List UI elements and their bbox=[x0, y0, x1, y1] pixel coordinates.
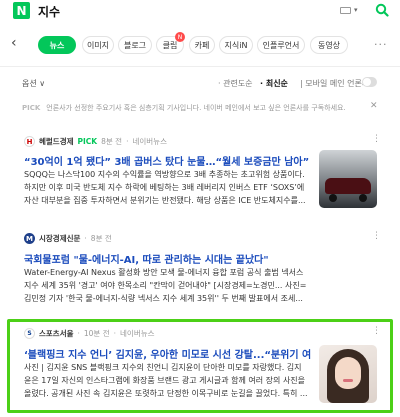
tab-video[interactable]: 동영상 bbox=[310, 36, 348, 54]
article-title[interactable]: 국회물포럼 "물-에너지-AI, 따로 관리하는 시대는 끝났다" bbox=[24, 251, 374, 266]
wheel bbox=[329, 194, 337, 202]
tab-blog-label: 블로그 bbox=[123, 40, 147, 50]
tab-kin-label: 지식iN bbox=[224, 40, 248, 50]
new-badge: N bbox=[175, 32, 185, 42]
chevron-down-icon[interactable]: ▾ bbox=[354, 6, 358, 14]
keyboard-icon[interactable] bbox=[340, 7, 351, 14]
naver-logo[interactable]: N bbox=[13, 2, 30, 19]
tab-video-label: 동영상 bbox=[317, 40, 341, 50]
wheel bbox=[359, 194, 367, 202]
summary-line: 하지만 이후 미국 반도체 지수 하락에 베팅하는 3배 레버리지 인버스 ET… bbox=[24, 183, 305, 192]
article-title[interactable]: “30억이 1억 됐다” 3배 곱버스 탔다 눈물…“월세 보증금만 남아” bbox=[24, 153, 309, 168]
pick-notice-text: 언론사가 선정한 주요기사 혹은 심층기획 기사입니다. 네이버 메인에서 보고… bbox=[46, 104, 346, 112]
tab-influencer[interactable]: 인플루언서 bbox=[257, 36, 305, 54]
car-image bbox=[325, 178, 371, 194]
naver-news-link[interactable]: 네이버뉴스 bbox=[120, 328, 155, 339]
article-time: 10분 전 bbox=[83, 329, 110, 338]
tab-kin[interactable]: 지식iN bbox=[219, 36, 253, 54]
article-source[interactable]: H 헤럴드경제 PICK 8분 전 · 네이버뉴스 bbox=[24, 136, 167, 147]
press-logo-icon: S bbox=[24, 328, 35, 339]
tab-news[interactable]: 뉴스 bbox=[38, 36, 76, 54]
summary-line: 올렸다. 공개된 사진 속 김지윤은 또렷하고 단정한 이목구비로 눈길을 끌었… bbox=[24, 389, 308, 398]
tab-news-label: 뉴스 bbox=[49, 40, 65, 50]
tab-clip[interactable]: 클립 N bbox=[156, 32, 185, 54]
back-arrow-icon[interactable]: ‹ bbox=[11, 35, 17, 51]
summary-line: SQQQ는 나스닥100 지수의 수익률을 역방향으로 3배 추종하는 초고위험… bbox=[24, 170, 305, 179]
face-shape bbox=[335, 357, 361, 389]
tab-cafe-label: 카페 bbox=[194, 40, 210, 50]
pick-notice: PICK 언론사가 선정한 주요기사 혹은 심층기획 기사입니다. 네이버 메인에… bbox=[22, 103, 346, 113]
article-summary[interactable]: Water-Energy-AI Nexus 활성화 방안 모색 물-에너지 융합… bbox=[24, 266, 379, 306]
sort-relevance[interactable]: · 관련도순 bbox=[218, 78, 253, 89]
summary-line: Water-Energy-AI Nexus 활성화 방안 모색 물-에너지 융합… bbox=[24, 268, 304, 277]
naver-news-link[interactable]: 네이버뉴스 bbox=[132, 136, 167, 147]
summary-line: 지수 세계 35위 '경고' 여야 한목소리 "칸막이 걷어내야" [시장경제=… bbox=[24, 281, 307, 290]
more-options-icon[interactable]: ⋮ bbox=[372, 326, 381, 336]
search-icon[interactable] bbox=[375, 3, 389, 17]
summary-line: 사진 | 김지윤 SNS 블랙핑크 지수의 친언니 김지윤이 단아한 미모를 자… bbox=[24, 363, 302, 372]
close-icon[interactable]: ✕ bbox=[370, 101, 378, 111]
tab-images-label: 이미지 bbox=[86, 40, 110, 50]
mobile-main-filter-label: 모바일 메인 언론사 bbox=[305, 79, 370, 88]
summary-line: 윤은 17일 자신의 인스타그램에 화장품 브랜드 광고 게시글과 함께 여러 … bbox=[24, 376, 306, 385]
tab-images[interactable]: 이미지 bbox=[82, 36, 114, 54]
press-logo-icon: H bbox=[24, 136, 35, 147]
article-source[interactable]: M 시장경제신문 · 8분 전 bbox=[24, 233, 112, 244]
tab-blog[interactable]: 블로그 bbox=[118, 36, 152, 54]
divider bbox=[0, 66, 400, 67]
source-name: 헤럴드경제 bbox=[39, 137, 74, 146]
press-logo-icon: M bbox=[24, 233, 35, 244]
article-summary[interactable]: SQQQ는 나스닥100 지수의 수익률을 역방향으로 3배 추종하는 초고위험… bbox=[24, 168, 316, 208]
more-menu-icon[interactable]: ··· bbox=[374, 38, 388, 51]
sort-latest-label: 최신순 bbox=[265, 79, 288, 88]
tab-influencer-label: 인플루언서 bbox=[262, 40, 300, 50]
summary-line: 자산 대부분을 집중 투자하면서 분위기는 반전됐다. 해당 상품은 ICE 반… bbox=[24, 196, 306, 205]
article-summary[interactable]: 사진 | 김지윤 SNS 블랙핑크 지수의 친언니 김지윤이 단아한 미모를 자… bbox=[24, 361, 314, 401]
mobile-main-toggle[interactable] bbox=[362, 77, 377, 87]
article-thumbnail[interactable] bbox=[319, 345, 377, 403]
article-title[interactable]: ‘블랙핑크 지수 언니’ 김지윤, 우아한 미모로 시선 강탈...“분위기 여… bbox=[24, 346, 312, 361]
more-options-icon[interactable]: ⋮ bbox=[372, 134, 381, 144]
options-button[interactable]: 옵션 ∨ bbox=[22, 78, 45, 89]
lips-shape bbox=[343, 379, 353, 382]
source-name: 시장경제신문 bbox=[39, 234, 81, 243]
article-thumbnail[interactable] bbox=[319, 150, 377, 208]
article-source[interactable]: S 스포츠서울 · 10분 전 · 네이버뉴스 bbox=[24, 328, 155, 339]
search-query[interactable]: 지수 bbox=[38, 3, 60, 20]
article-time: 8분 전 bbox=[90, 234, 112, 243]
sort-latest[interactable]: · 최신순 bbox=[260, 78, 288, 89]
tab-cafe[interactable]: 카페 bbox=[189, 36, 215, 54]
pick-tag: PICK bbox=[22, 104, 41, 112]
pick-badge: PICK bbox=[77, 137, 98, 146]
source-name: 스포츠서울 bbox=[39, 329, 74, 338]
summary-line: 김민정 기자 '한국 물-에너지-식량 넥서스 지수 세계 35위'' 두 번째… bbox=[24, 294, 303, 303]
more-options-icon[interactable]: ⋮ bbox=[372, 231, 381, 241]
mobile-main-filter[interactable]: | 모바일 메인 언론사 bbox=[300, 78, 369, 89]
article-time: 8분 전 bbox=[101, 137, 123, 146]
sort-relevance-label: 관련도순 bbox=[223, 79, 253, 88]
tab-clip-label: 클립 bbox=[162, 40, 178, 50]
